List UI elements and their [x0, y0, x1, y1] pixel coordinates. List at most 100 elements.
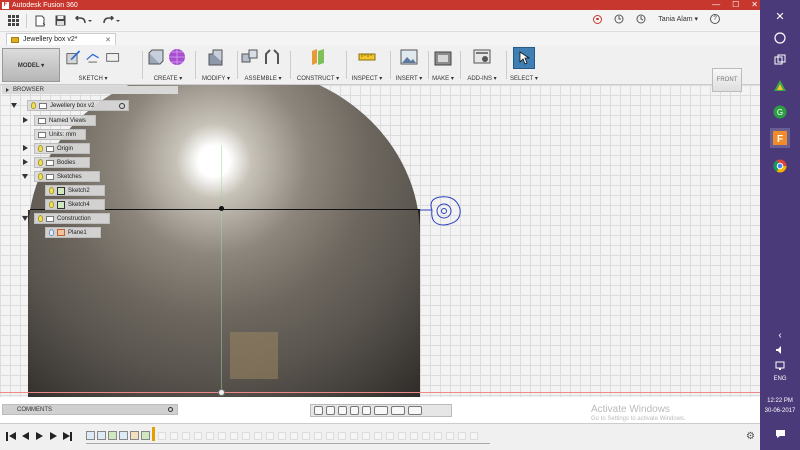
file-menu-icon[interactable]	[33, 14, 47, 28]
3d-print-icon[interactable]	[434, 48, 452, 66]
close-icon[interactable]: ✕	[770, 6, 790, 26]
orbit-icon[interactable]	[314, 406, 323, 415]
insert-group[interactable]: INSERT ▾	[392, 48, 426, 82]
visibility-bulb-icon[interactable]	[31, 102, 36, 109]
task-view-icon[interactable]	[770, 50, 790, 70]
app-icon[interactable]	[770, 76, 790, 96]
comments-panel[interactable]: COMMENTS	[2, 404, 178, 415]
joint-icon[interactable]	[263, 48, 281, 66]
browser-item-units[interactable]: Units: mm	[34, 129, 86, 140]
timeline-suppressed-icon[interactable]	[206, 432, 214, 440]
notifications-icon[interactable]	[770, 424, 790, 444]
timeline-suppressed-icon[interactable]	[290, 432, 298, 440]
collapse-icon[interactable]	[6, 88, 9, 92]
offset-plane-icon[interactable]	[309, 48, 327, 66]
rectangle-icon[interactable]	[105, 48, 120, 66]
save-icon[interactable]	[53, 14, 67, 28]
timeline-suppressed-icon[interactable]	[434, 432, 442, 440]
inspect-group[interactable]: INSPECT ▾	[348, 48, 386, 82]
timeline-feature-icon[interactable]	[86, 431, 95, 440]
browser-root[interactable]: Jewellery box v2	[27, 100, 129, 111]
clock-date[interactable]: 30-06-2017	[760, 408, 800, 414]
expand-icon[interactable]	[23, 159, 28, 165]
sketch-group[interactable]: SKETCH ▾	[66, 48, 120, 82]
browser-item-named-views[interactable]: Named Views	[34, 115, 96, 126]
sketch-profile[interactable]	[230, 332, 278, 379]
clock-icon[interactable]	[636, 14, 646, 24]
look-at-icon[interactable]	[326, 406, 335, 415]
timeline-suppressed-icon[interactable]	[350, 432, 358, 440]
language-indicator[interactable]: ENG	[760, 376, 800, 382]
go-to-start-icon[interactable]	[9, 432, 16, 440]
sketch-point[interactable]	[219, 206, 224, 211]
grid-settings-icon[interactable]	[391, 406, 405, 415]
select-menu[interactable]: SELECT ▾	[508, 75, 540, 82]
timeline-suppressed-icon[interactable]	[386, 432, 394, 440]
visibility-bulb-icon[interactable]	[38, 159, 43, 166]
create-sketch-icon[interactable]	[66, 48, 81, 66]
close-tab-icon[interactable]: ✕	[105, 36, 111, 44]
timeline-suppressed-icon[interactable]	[338, 432, 346, 440]
inspect-menu[interactable]: INSPECT ▾	[348, 75, 386, 82]
timeline-suppressed-icon[interactable]	[194, 432, 202, 440]
timeline-suppressed-icon[interactable]	[218, 432, 226, 440]
timeline-suppressed-icon[interactable]	[182, 432, 190, 440]
assemble-menu[interactable]: ASSEMBLE ▾	[241, 75, 285, 82]
assemble-group[interactable]: ASSEMBLE ▾	[241, 48, 285, 82]
timeline-suppressed-icon[interactable]	[470, 432, 478, 440]
design-canvas[interactable]	[0, 85, 760, 397]
zoom-icon[interactable]	[350, 406, 359, 415]
select-cursor-icon[interactable]	[513, 47, 535, 69]
browser-item-sketch4[interactable]: Sketch4	[45, 199, 105, 210]
search-circle-icon[interactable]	[770, 28, 790, 48]
timeline-suppressed-icon[interactable]	[278, 432, 286, 440]
visibility-bulb-icon[interactable]	[38, 145, 43, 152]
browser-item-bodies[interactable]: Bodies	[34, 157, 90, 168]
chrome-icon[interactable]	[770, 156, 790, 176]
timeline-suppressed-icon[interactable]	[422, 432, 430, 440]
origin-point[interactable]	[218, 389, 225, 396]
timeline-settings-gear-icon[interactable]: ⚙	[746, 431, 755, 442]
timeline-suppressed-icon[interactable]	[242, 432, 250, 440]
timeline-suppressed-icon[interactable]	[326, 432, 334, 440]
step-forward-icon[interactable]	[50, 432, 57, 440]
browser-item-sketches[interactable]: Sketches	[34, 171, 100, 182]
green-app-icon[interactable]: G	[770, 102, 790, 122]
make-group[interactable]: MAKE ▾	[430, 48, 456, 82]
pin-icon[interactable]	[168, 407, 173, 412]
new-component-icon[interactable]	[241, 48, 259, 66]
undo-icon[interactable]	[73, 14, 95, 28]
timeline-suppressed-icon[interactable]	[362, 432, 370, 440]
tab-document[interactable]: Jewellery box v2* ✕	[6, 33, 116, 45]
timeline-suppressed-icon[interactable]	[230, 432, 238, 440]
modify-group[interactable]: MODIFY ▾	[199, 48, 233, 82]
visibility-bulb-icon[interactable]	[49, 187, 54, 194]
close-window-button[interactable]: ✕	[751, 0, 758, 10]
step-back-icon[interactable]	[22, 432, 29, 440]
workspace-switcher[interactable]: MODEL ▾	[2, 48, 60, 82]
visibility-bulb-icon[interactable]	[49, 201, 54, 208]
root-expand-icon[interactable]	[11, 103, 17, 108]
select-group[interactable]: SELECT ▾	[508, 47, 540, 82]
timeline-track[interactable]	[86, 430, 490, 444]
addins-menu[interactable]: ADD-INS ▾	[462, 75, 502, 82]
browser-header[interactable]: BROWSER	[2, 86, 178, 94]
make-menu[interactable]: MAKE ▾	[430, 75, 456, 82]
job-status-icon[interactable]	[614, 14, 624, 24]
construct-menu[interactable]: CONSTRUCT ▾	[294, 75, 342, 82]
addins-group[interactable]: ADD-INS ▾	[462, 48, 502, 82]
collapse-icon[interactable]	[22, 174, 28, 179]
browser-item-origin[interactable]: Origin	[34, 143, 90, 154]
network-icon[interactable]	[770, 356, 790, 376]
measure-icon[interactable]	[358, 48, 376, 66]
insert-menu[interactable]: INSERT ▾	[392, 75, 426, 82]
timeline-suppressed-icon[interactable]	[158, 432, 166, 440]
body-dome[interactable]	[28, 85, 420, 397]
maximize-button[interactable]: ☐	[732, 0, 739, 10]
create-menu[interactable]: CREATE ▾	[146, 75, 190, 82]
timeline-suppressed-icon[interactable]	[314, 432, 322, 440]
timeline-feature-icon[interactable]	[141, 431, 150, 440]
timeline-suppressed-icon[interactable]	[266, 432, 274, 440]
insert-image-icon[interactable]	[400, 48, 418, 66]
timeline-feature-icon[interactable]	[130, 431, 139, 440]
